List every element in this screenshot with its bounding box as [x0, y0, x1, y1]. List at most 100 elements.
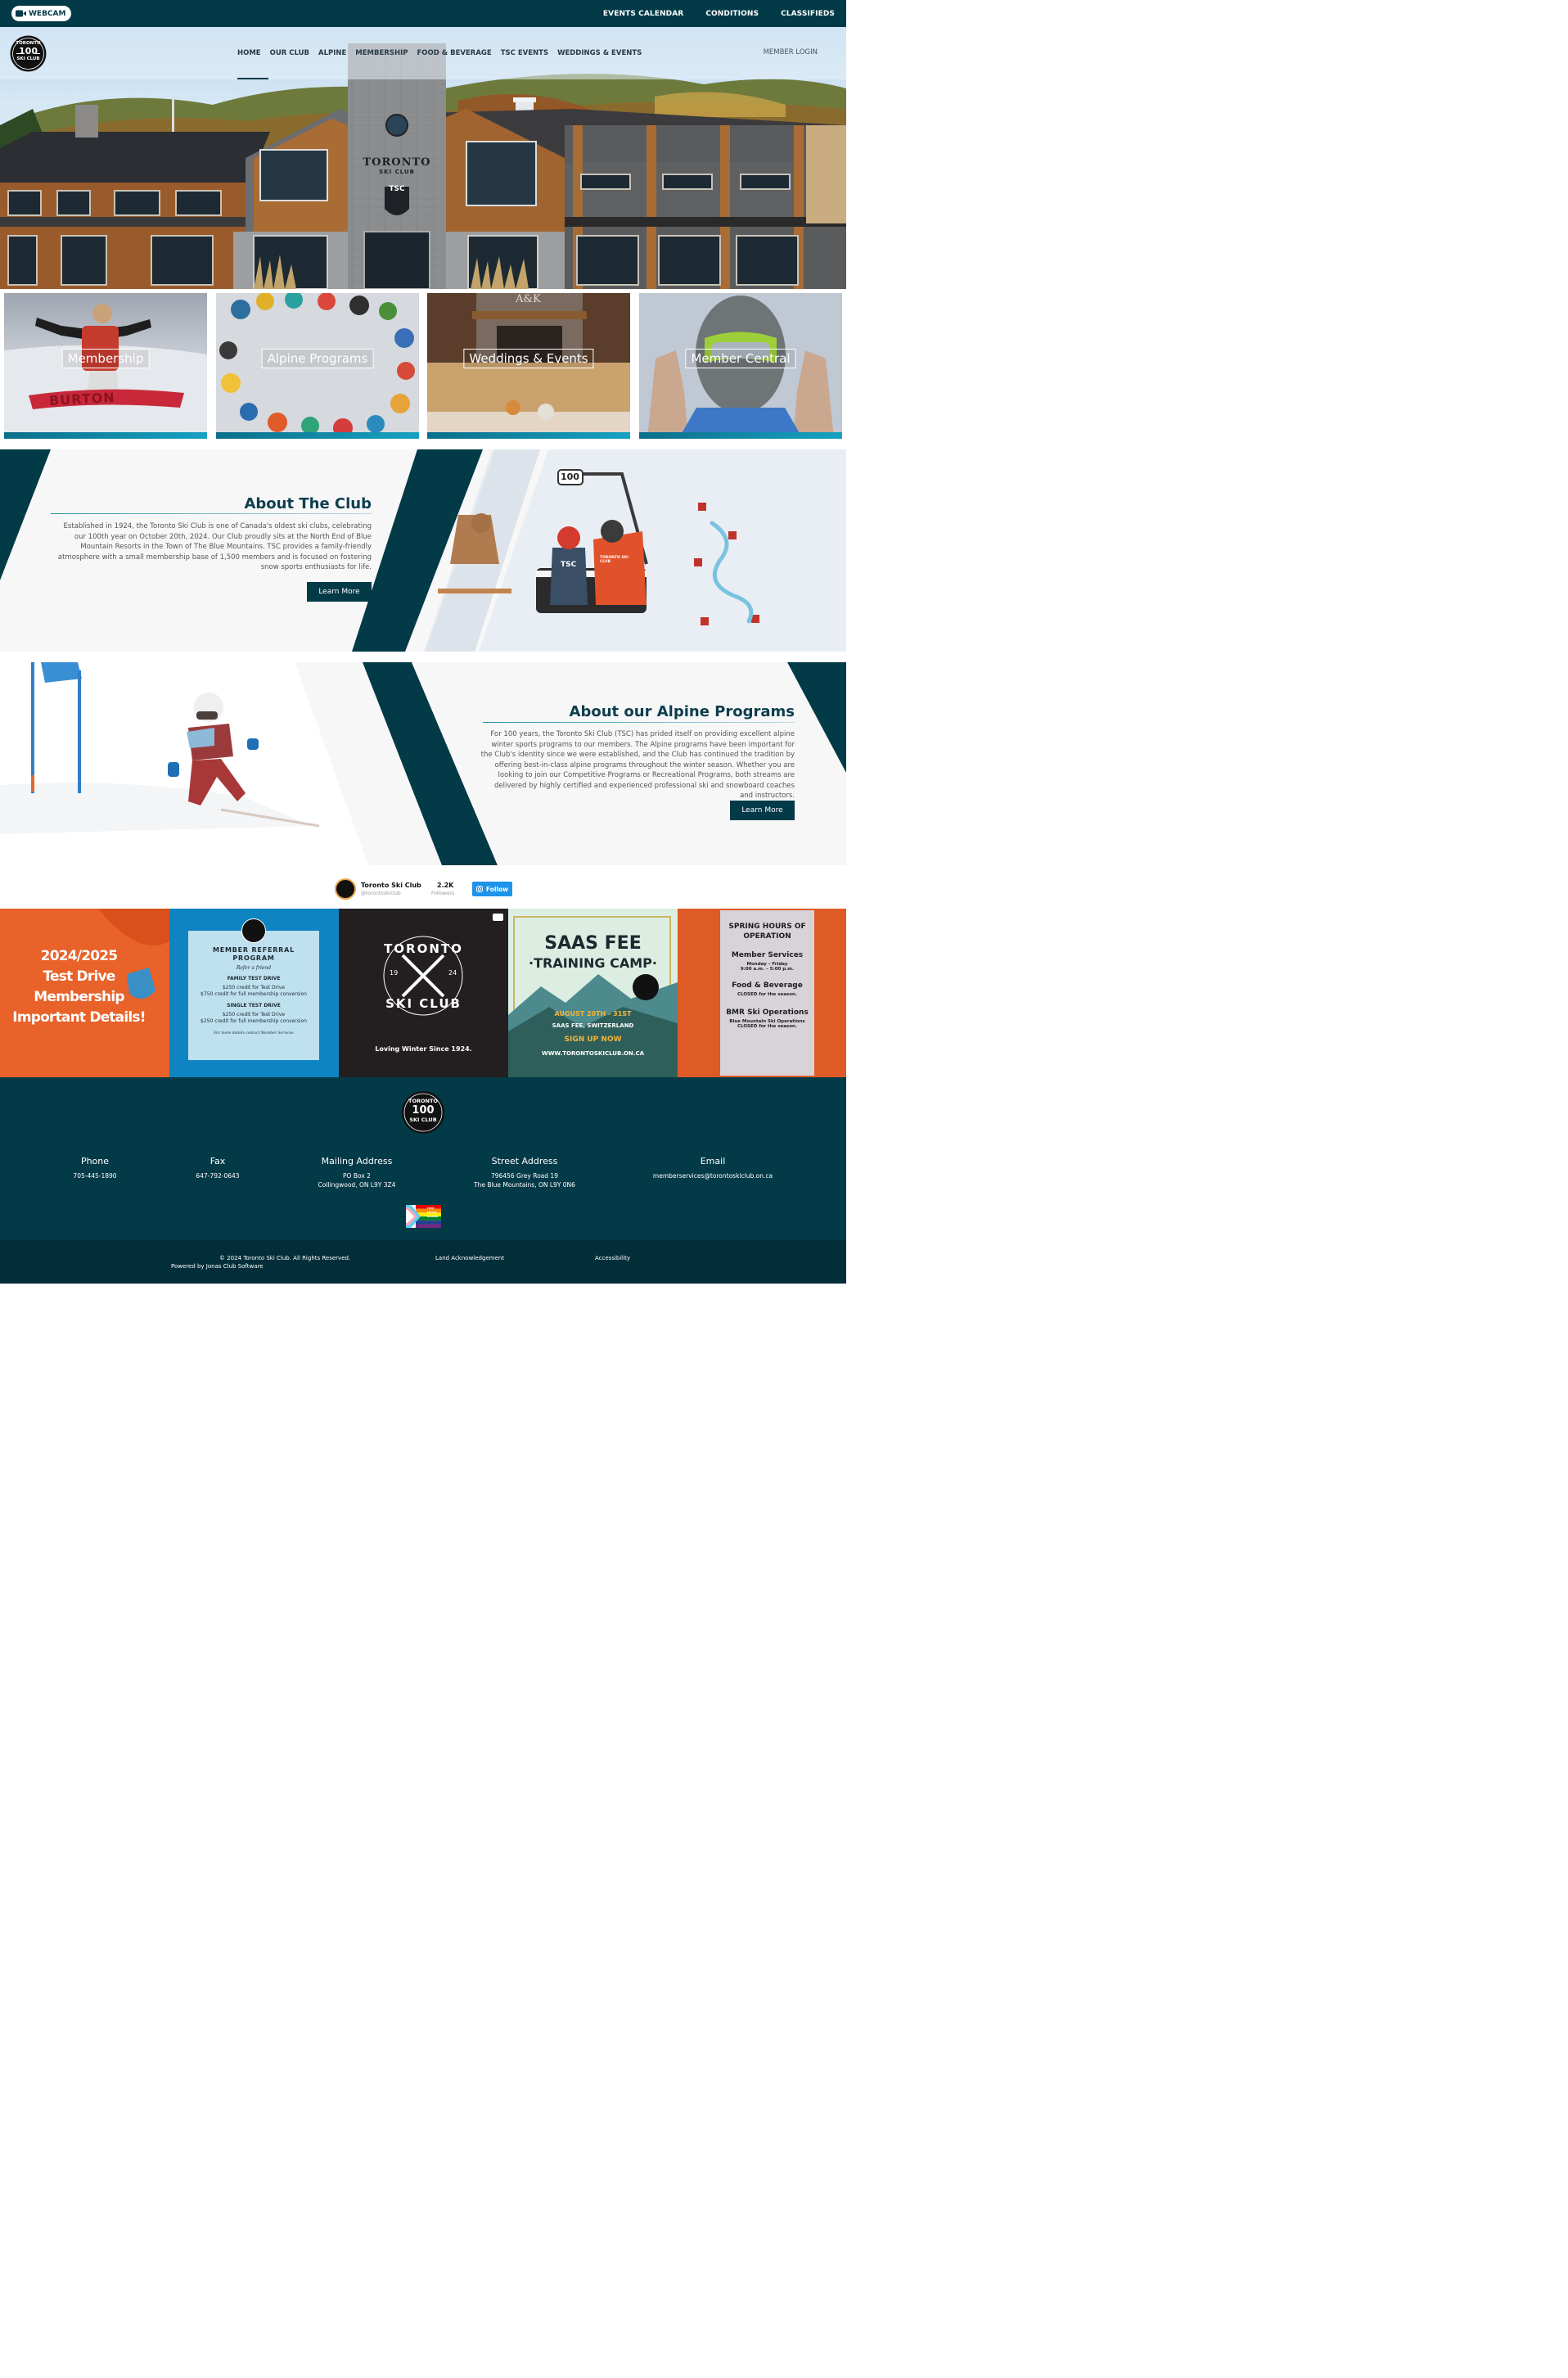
post-2-heading-2: SINGLE TEST DRIVE — [227, 1003, 281, 1009]
building-sign: TORONTO SKI CLUB TSC — [348, 156, 446, 193]
tile-accent-bar — [4, 432, 207, 439]
classifieds-link[interactable]: CLASSIFIEDS — [781, 10, 835, 18]
land-acknowledgement-link[interactable]: Land Acknowledgement — [435, 1255, 504, 1261]
instagram-post-2[interactable]: MEMBER REFERRAL PROGRAM Refer a friend F… — [169, 909, 339, 1077]
hours-card: SPRING HOURS OF OPERATION Member Service… — [720, 910, 814, 1076]
fax-label: Fax — [210, 1156, 226, 1166]
post-2-title: MEMBER REFERRAL PROGRAM — [212, 946, 295, 962]
about-club-body: Established in 1924, the Toronto Ski Clu… — [57, 522, 372, 571]
pride-flag-icon: EVERY PERSON BELONGS — [406, 1205, 441, 1228]
building-sign-line-2: SKI CLUB — [379, 169, 415, 175]
instagram-feed: 2024/2025 Test Drive Membership Importan… — [0, 909, 846, 1077]
instagram-post-3[interactable]: TORONTO SKI CLUB 19 24 Loving Winter Sin… — [339, 909, 508, 1077]
webcam-label: WEBCAM — [29, 9, 66, 18]
post-3-top-text: TORONTO — [384, 941, 463, 956]
logo-text: TORONTO 100 SKI CLUB — [10, 35, 47, 72]
tile-accent-bar — [427, 432, 630, 439]
utility-bar: WEBCAM EVENTS CALENDAR CONDITIONS CLASSI… — [0, 0, 846, 27]
copyright-text: © 2024 Toronto Ski Club. All Rights Rese… — [219, 1255, 351, 1261]
logo-bottom-text: SKI CLUB — [16, 56, 40, 61]
alpine-programs-section: About our Alpine Programs For 100 years,… — [0, 662, 846, 865]
building-sign-line-1: TORONTO — [363, 156, 431, 169]
accessibility-link[interactable]: Accessibility — [595, 1255, 630, 1261]
membership-tile[interactable]: BURTON Membership — [4, 293, 207, 439]
post-4-title-2: ·TRAINING CAMP· — [529, 955, 657, 971]
post-3-bottom-text: SKI CLUB — [385, 996, 462, 1011]
about-club-learn-more-button[interactable]: Learn More — [307, 582, 372, 602]
post-5-s1: Member Services — [731, 951, 804, 959]
email-value[interactable]: memberservices@torontoskiclub.on.ca — [647, 1171, 778, 1180]
post-1-text: 2024/2025 Test Drive Membership Importan… — [0, 946, 158, 1028]
events-calendar-link[interactable]: EVENTS CALENDAR — [603, 10, 683, 18]
footer-logo-text: TORONTO 100 SKI CLUB — [401, 1090, 445, 1123]
instagram-post-4[interactable]: SAAS FEE ·TRAINING CAMP· AUGUST 20TH - 3… — [508, 909, 678, 1077]
street-address-label: Street Address — [491, 1156, 558, 1166]
nav-item-food-beverage[interactable]: FOOD & BEVERAGE — [417, 49, 491, 57]
post-1-line-3: Membership — [34, 989, 124, 1005]
footer-email: Email memberservices@torontoskiclub.on.c… — [647, 1156, 778, 1180]
logo-number: 100 — [19, 46, 38, 56]
post-4-dates: AUGUST 20TH - 31ST — [554, 1010, 632, 1018]
footer-fax: Fax 647-792-0643 — [177, 1156, 259, 1180]
mailing-address-line-1: PO Box 2 — [343, 1172, 371, 1180]
instagram-account-name[interactable]: Toronto Ski Club — [361, 882, 421, 889]
alpine-programs-tile[interactable]: Alpine Programs — [216, 293, 419, 439]
fax-value: 647-792-0643 — [196, 1172, 240, 1180]
jacket-text-2: TORONTO SKI CLUB — [600, 556, 629, 564]
phone-value[interactable]: 705-445-1890 — [54, 1171, 136, 1180]
alpine-learn-more-button[interactable]: Learn More — [730, 801, 795, 820]
instagram-post-5[interactable]: SPRING HOURS OF OPERATION Member Service… — [678, 909, 846, 1077]
membership-tile-label: Membership — [61, 349, 150, 368]
conditions-link[interactable]: CONDITIONS — [705, 10, 759, 18]
post-4-place: SAAS FEE, SWITZERLAND — [552, 1022, 634, 1029]
weddings-events-tile[interactable]: A&K Weddings & Events — [427, 293, 630, 439]
instagram-followers-label: Followers — [431, 891, 455, 896]
nav-item-alpine[interactable]: ALPINE — [318, 49, 346, 57]
flag-text: EVERY PERSON BELONGS — [427, 1207, 439, 1218]
post-5-s2: Food & Beverage — [732, 981, 803, 990]
referral-card: MEMBER REFERRAL PROGRAM Refer a friend F… — [188, 931, 319, 1060]
post-5-title: SPRING HOURS OF OPERATION — [728, 923, 806, 941]
instagram-follow-button[interactable]: Follow — [472, 882, 512, 896]
post-2-text-2: $250 credit for Test Drive $250 credit f… — [201, 1012, 307, 1024]
phone-label: Phone — [80, 1156, 110, 1166]
instagram-avatar[interactable] — [335, 878, 356, 900]
alpine-programs-title: About our Alpine Programs — [569, 703, 795, 720]
hero-banner: TORONTO SKI CLUB TSC TORONTO 100 SKI CLU… — [0, 27, 846, 289]
post-3-year-1: 19 — [390, 969, 399, 977]
nav-item-weddings-events[interactable]: WEDDINGS & EVENTS — [557, 49, 642, 57]
nav-item-tsc-events[interactable]: TSC EVENTS — [501, 49, 548, 57]
instagram-post-1[interactable]: 2024/2025 Test Drive Membership Importan… — [0, 909, 169, 1077]
street-address-line-1: 796456 Grey Road 19 — [491, 1172, 558, 1180]
footer-logo-bottom: SKI CLUB — [409, 1117, 437, 1123]
member-login-link[interactable]: MEMBER LOGIN — [764, 48, 818, 56]
crest-text: TSC — [389, 185, 405, 193]
powered-by-link[interactable]: Powered by Jonas Club Software — [171, 1263, 264, 1270]
post-1-line-4: Important Details! — [12, 1009, 146, 1026]
post-5-s1b: 9:00 a.m. – 5:00 p.m. — [740, 967, 795, 972]
instagram-header: Toronto Ski Club @torontoskiclub 2.2K Fo… — [0, 869, 846, 909]
footer-street-address: Street Address 796456 Grey Road 19 The B… — [463, 1156, 586, 1189]
post-2-logo-icon — [241, 918, 266, 943]
nav-item-membership[interactable]: MEMBERSHIP — [355, 49, 408, 57]
footer-phone: Phone 705-445-1890 — [54, 1156, 136, 1180]
main-navigation: TORONTO 100 SKI CLUB HOME OUR CLUB ALPIN… — [0, 27, 846, 79]
site-footer: TORONTO 100 SKI CLUB Phone 705-445-1890 … — [0, 1077, 846, 1240]
nav-item-our-club[interactable]: OUR CLUB — [270, 49, 309, 57]
bottom-bar: © 2024 Toronto Ski Club. All Rights Rese… — [0, 1240, 846, 1284]
post-1-line-2: Test Drive — [43, 968, 116, 985]
post-2-heading-1: FAMILY TEST DRIVE — [227, 976, 281, 981]
instagram-followers-count: 2.2K — [437, 882, 454, 889]
post-4-title-1: SAAS FEE — [544, 933, 642, 954]
webcam-button[interactable]: WEBCAM — [11, 6, 72, 21]
tile-accent-bar — [639, 432, 842, 439]
post-5-s3b: CLOSED for the season. — [737, 1024, 797, 1029]
alpine-programs-tile-label: Alpine Programs — [261, 349, 374, 368]
nav-item-home[interactable]: HOME — [237, 49, 261, 57]
post-2-text-1: $250 credit for Test Drive $750 credit f… — [201, 985, 307, 997]
member-central-tile[interactable]: Member Central — [639, 293, 842, 439]
follow-label: Follow — [485, 885, 509, 893]
page: WEBCAM EVENTS CALENDAR CONDITIONS CLASSI… — [0, 0, 846, 1284]
email-label: Email — [700, 1156, 726, 1166]
title-underline — [483, 722, 795, 723]
